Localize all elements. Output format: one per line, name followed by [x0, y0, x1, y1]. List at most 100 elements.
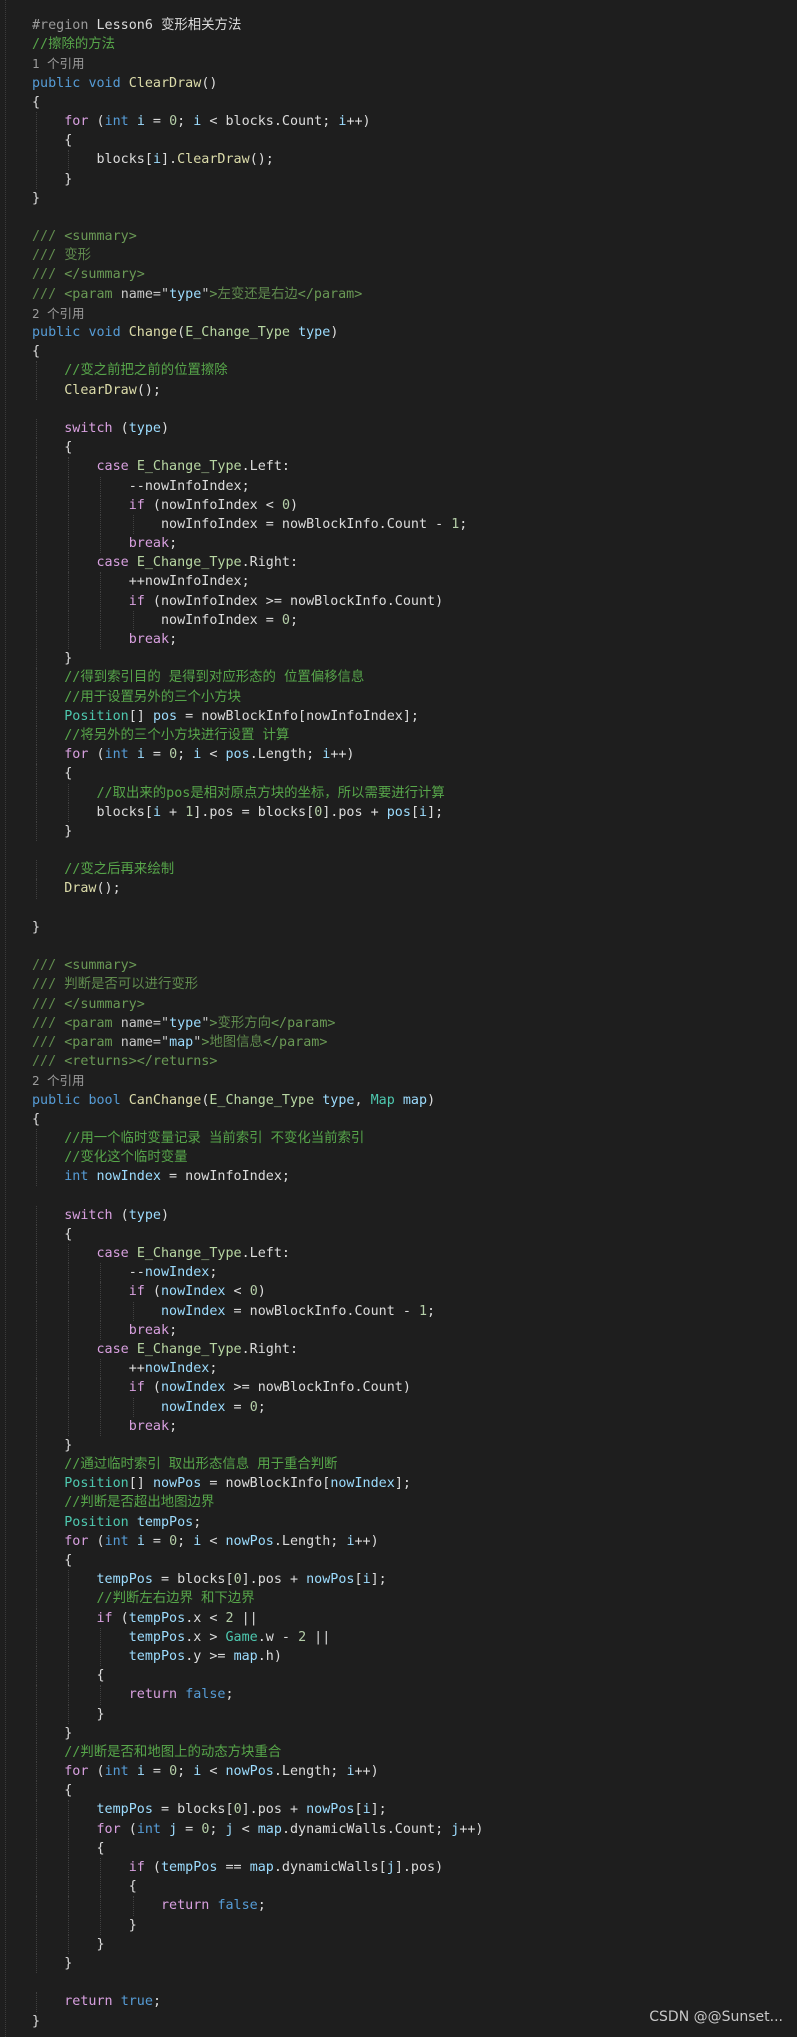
code-line: } — [32, 1934, 484, 1954]
indent-guide — [100, 514, 102, 535]
code-token: i — [152, 152, 161, 168]
code-line: /// 变形 — [32, 246, 484, 265]
code-token: public — [32, 1092, 89, 1108]
reference-count[interactable]: 2 个引用 — [32, 306, 85, 321]
code-line: //变之后再来绘制 — [32, 860, 484, 880]
code-area[interactable]: #region Lesson6 变形相关方法 //擦除的方法 1 个引用 public… — [32, 16, 484, 2031]
code-token: //用一个临时变量记录 当前索引 不变化当前索引 — [64, 1130, 365, 1146]
indent-guide — [36, 668, 37, 688]
reference-count[interactable]: 2 个引用 — [32, 1073, 85, 1088]
code-token: ; — [209, 1361, 218, 1377]
code-token: type — [128, 1207, 161, 1223]
code-line: { — [32, 131, 484, 151]
indent-guide — [36, 418, 37, 439]
code-line: break; — [32, 534, 484, 554]
indent-guide — [36, 821, 37, 842]
code-line: //判断是否超出地图边界 — [32, 1493, 484, 1513]
code-token: ; — [193, 1514, 202, 1530]
code-line: for (int i = 0; i < pos.Length; i++) — [32, 745, 484, 765]
code-line: Position tempPos; — [32, 1512, 484, 1532]
code-editor[interactable]: #region Lesson6 变形相关方法 //擦除的方法 1 个引用 public… — [0, 0, 797, 2037]
code-token: switch — [64, 1207, 113, 1223]
code-token: pos — [152, 708, 178, 724]
code-token: i — [346, 1764, 355, 1780]
code-line: /// <summary> — [32, 956, 484, 975]
code-token: for — [64, 113, 89, 129]
indent-guide — [36, 438, 37, 458]
indent-guide — [68, 1589, 70, 1609]
code-token: < — [233, 1821, 258, 1837]
code-token: ; — [169, 1322, 178, 1338]
code-line: if (tempPos.x < 2 || — [32, 1608, 484, 1628]
code-token: () — [201, 75, 218, 91]
indent-guide — [100, 1896, 102, 1916]
code-token: tempPos — [128, 1629, 186, 1645]
code-line: if (tempPos == map.dynamicWalls[j].pos) — [32, 1858, 484, 1878]
code-token: /// — [32, 996, 65, 1012]
code-token: ++) — [354, 1533, 379, 1549]
code-token: tempPos — [128, 1648, 186, 1664]
code-token: //通过临时索引 取出形态信息 用于重合判断 — [64, 1457, 338, 1473]
indent-guide — [68, 534, 70, 554]
code-token: = — [144, 113, 170, 129]
code-line: tempPos.x > Game.w - 2 || — [32, 1627, 484, 1647]
reference-count-link[interactable]: 2 个引用 — [32, 1071, 484, 1090]
code-line: { — [32, 1224, 484, 1244]
code-token: { — [32, 766, 73, 782]
code-line: Position[] pos = nowBlockInfo[nowInfoInd… — [32, 706, 484, 726]
code-token: blocks[ — [32, 804, 153, 820]
reference-count[interactable]: 1 个引用 — [32, 56, 85, 71]
code-token: pos — [386, 804, 411, 820]
code-token: .dynamicWalls.Count; — [281, 1821, 452, 1837]
code-token: Position — [64, 708, 129, 724]
indent-guide — [36, 476, 37, 496]
code-token: //得到索引目的 是得到对应形态的 位置偏移信息 — [64, 670, 365, 686]
code-line: tempPos = blocks[0].pos + nowPos[i]; — [32, 1800, 484, 1820]
code-token: (); — [136, 382, 161, 398]
indent-guide — [100, 630, 102, 650]
indent-guide — [36, 1608, 37, 1628]
code-token: /// — [32, 1054, 65, 1070]
code-token: ].pos) — [394, 1860, 444, 1875]
code-token: [ — [354, 1802, 363, 1818]
code-token: 0 — [169, 747, 178, 763]
indent-guide — [36, 1570, 37, 1590]
code-line: { — [32, 1838, 484, 1858]
indent-guide — [36, 1493, 37, 1513]
reference-count-link[interactable]: 2 个引用 — [32, 304, 484, 323]
code-token: case — [96, 1246, 129, 1261]
code-line: --nowIndex; — [32, 1263, 484, 1283]
code-token: .x < — [185, 1610, 226, 1626]
indent-guide — [36, 1762, 37, 1782]
indent-guide — [100, 1320, 102, 1340]
indent-guide — [36, 1627, 37, 1647]
code-token: //擦除的方法 — [32, 37, 116, 53]
indent-guide — [68, 1819, 70, 1839]
code-token: ; — [169, 1418, 178, 1434]
code-token: E_Change_Type — [136, 555, 242, 571]
indent-guide — [36, 764, 37, 784]
code-token: [ — [354, 1572, 363, 1588]
code-token: </param> — [297, 286, 363, 302]
reference-count-link[interactable]: 1 个引用 — [32, 54, 484, 73]
code-token: 2 — [225, 1610, 234, 1626]
code-token: } — [32, 1725, 73, 1741]
code-token: j — [386, 1860, 395, 1875]
code-token: name=" — [120, 1034, 170, 1050]
code-token: if — [128, 593, 145, 609]
indent-guide — [36, 879, 37, 899]
